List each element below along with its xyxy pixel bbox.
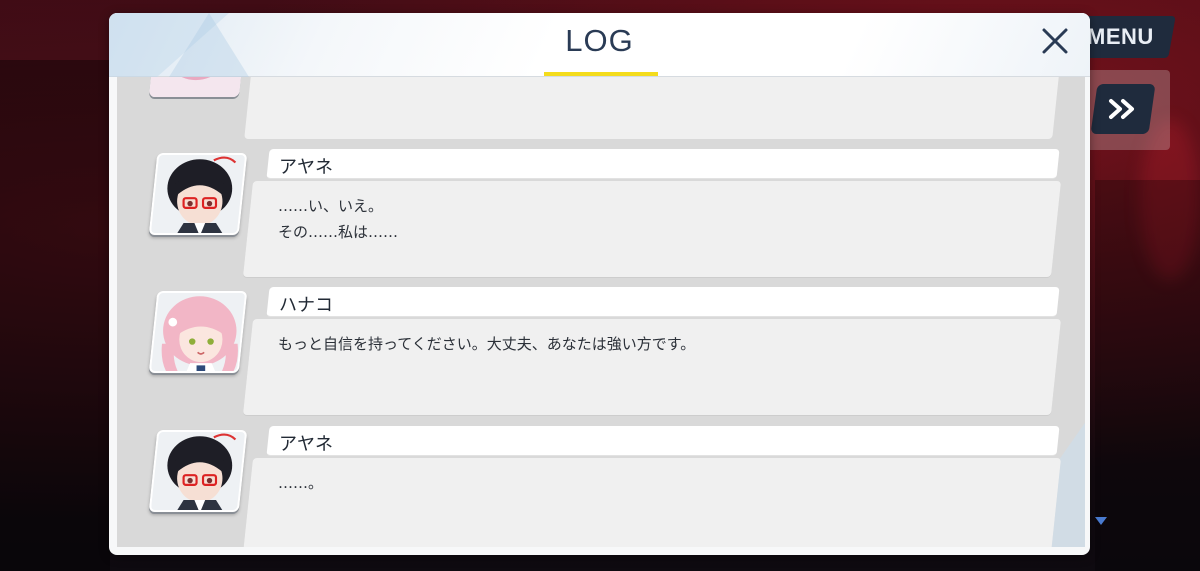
menu-button-label: MENU [1087,24,1154,49]
dialogue-line: その……私は…… [278,223,399,241]
ayane-portrait [151,430,248,512]
speaker-name-bar [266,426,1060,456]
scroll-down-indicator [1095,517,1107,525]
title-underline [544,72,658,76]
avatar [148,430,248,512]
dialogue-line: ……。 [278,474,324,492]
speaker-name: ハナコ [279,295,333,316]
log-list[interactable]: アヤネ ……い、いえ。 その……私は…… ハナコ もっと自信を持ってください。大… [117,77,1085,547]
avatar [148,291,248,373]
skip-button[interactable] [1090,84,1156,134]
log-title: LOG [565,23,634,58]
avatar [148,77,244,97]
hanako-portrait [151,291,248,373]
log-entry: アヤネ ……い、いえ。 その……私は…… [117,149,1085,279]
log-panel: LOG アヤネ ……い、いえ。 その……私は…… ハナコ もっと自信を持ってくだ… [109,13,1090,555]
speaker-name: アヤネ [279,434,333,455]
dialogue-line: もっと自信を持ってください。大丈夫、あなたは強い方です。 [278,335,696,353]
dialogue-box [242,458,1062,547]
close-icon [1042,28,1068,54]
log-entry: アヤネ ……。 [117,426,1085,547]
fast-forward-icon [1109,99,1134,119]
speaker-name-bar [266,287,1060,317]
log-panel-header: LOG [109,13,1090,77]
ayane-portrait [151,153,248,235]
close-button[interactable] [1035,21,1075,61]
background-shadow-left [0,60,110,571]
log-entry: ハナコ もっと自信を持ってください。大丈夫、あなたは強い方です。 [117,287,1085,417]
dialogue-line: ……い、いえ。 [278,197,384,215]
speaker-name: アヤネ [279,157,333,178]
dialogue-box [244,77,1060,139]
avatar [148,153,248,235]
speaker-name-bar [266,149,1060,179]
background-shadow-right [1095,180,1200,571]
